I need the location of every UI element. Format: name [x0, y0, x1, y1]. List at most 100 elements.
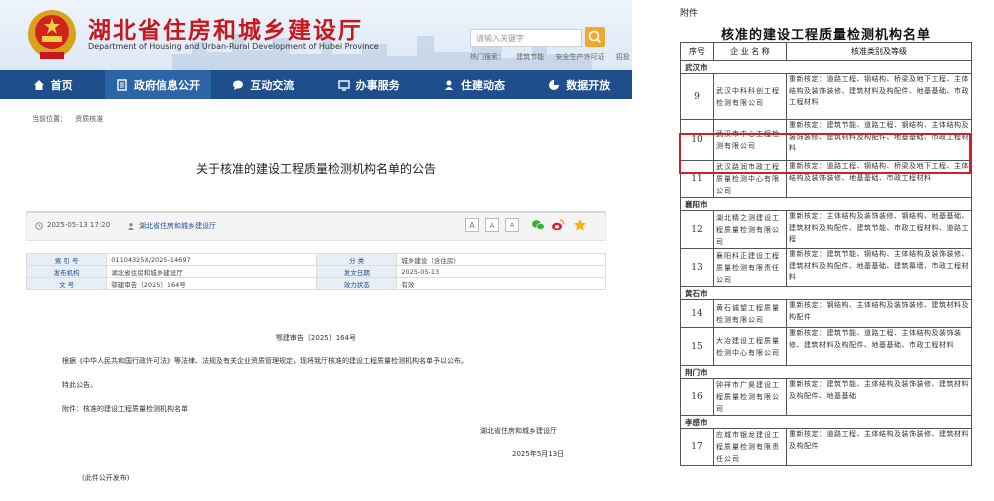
site-header: 湖北省住房和城乡建设厅 Department of Housing and Ur…	[0, 0, 632, 70]
row-number: 16	[680, 378, 714, 416]
person-icon	[444, 80, 453, 90]
nav-item-interaction[interactable]: 互动交流	[211, 70, 316, 99]
main-nav: 首页 政府信息公开 互动交流 办事服务 住建动态 数据开放	[0, 70, 632, 99]
row-number: 17	[680, 428, 714, 466]
font-size-small-button[interactable]: A	[505, 218, 519, 232]
nav-item-services[interactable]: 办事服务	[316, 70, 421, 99]
site-title[interactable]: 湖北省住房和城乡建设厅	[88, 11, 363, 45]
table-row: 14 黄石诚望工程质量检测有限公司 重新核定：钢结构、主体结构及装饰装修、建筑材…	[680, 299, 972, 328]
table-row: 17 应城市银龙建设工程质量检测有限责任公司 重新核定：道路工程、主体结构及装饰…	[680, 428, 972, 466]
info-label: 分 类	[316, 253, 398, 266]
info-label: 索 引 号	[25, 253, 108, 266]
article-notice: 特此公告。	[62, 381, 97, 389]
attachment-link[interactable]: 附件：核准的建设工程质量检测机构名单	[62, 404, 188, 414]
nav-item-open-data[interactable]: 数据开放	[527, 70, 632, 99]
row-number: 15	[680, 327, 714, 366]
nav-label: 数据开放	[566, 78, 611, 92]
website-panel: 湖北省住房和城乡建设厅 Department of Housing and Ur…	[0, 0, 632, 501]
hot-search-link[interactable]: 建筑节能	[516, 53, 544, 61]
nav-item-news[interactable]: 住建动态	[421, 70, 526, 99]
approved-scope: 重新核定：钢结构、主体结构及装饰装修、建筑材料及构配件	[786, 299, 972, 328]
approved-scope: 重新核定：道路工程、钢结构、桥梁及地下工程、主体结构及装饰装修、建筑材料及构配件…	[786, 73, 972, 120]
info-label: 发文日期	[316, 265, 398, 278]
search-icon	[588, 30, 602, 44]
site-subtitle: Department of Housing and Urban-Rural De…	[88, 42, 379, 51]
document-number: 鄂建审告〔2025〕164号	[275, 334, 357, 342]
article-date: 2025-05-13 17:20	[47, 221, 111, 229]
table-row: 10 武汉市中心工程检测有限公司 重新核定：建筑节能、道路工程、钢结构、主体结构…	[680, 119, 972, 161]
info-value: 鄂建审告〔2025〕164号	[106, 277, 318, 290]
document-info-table: 索 引 号 01104325X/2025-14697 分 类 城乡建设（含住房）…	[25, 253, 606, 290]
monitor-icon	[337, 79, 350, 91]
favorite-star-icon[interactable]	[573, 218, 587, 232]
article-body: 根据《中华人民共和国行政许可法》等法律、法规及有关企业资质管理规定，现将我厅核准…	[62, 357, 468, 365]
info-value: 01104325X/2025-14697	[106, 253, 318, 266]
column-header: 序号	[680, 42, 714, 61]
city-row: 武汉市	[680, 60, 972, 74]
city-row: 荆门市	[680, 365, 972, 379]
city-row: 黄石市	[680, 286, 972, 300]
home-icon	[33, 79, 44, 90]
approved-scope: 重新核定：建筑节能、道路工程、钢结构、主体结构及装饰装修、建筑材料及构配件、地基…	[786, 119, 972, 161]
row-number: 10	[680, 119, 714, 161]
info-label: 文 号	[25, 277, 108, 290]
company-name: 武汉路润市政工程质量检测中心有限公司	[713, 160, 787, 198]
nav-label: 首页	[50, 78, 73, 92]
wechat-share-icon[interactable]	[531, 218, 545, 232]
table-row: 9 武汉中科科创工程检测有限公司 重新核定：道路工程、钢结构、桥梁及地下工程、主…	[680, 73, 972, 120]
city-row: 襄阳市	[680, 197, 972, 211]
search-input[interactable]: 请输入关键字	[470, 29, 582, 47]
info-label: 效力状态	[316, 277, 398, 290]
company-name: 湖北精之测建设工程质量检测有限公司	[713, 210, 787, 249]
font-size-medium-button[interactable]: A	[485, 218, 499, 232]
row-number: 12	[680, 210, 714, 249]
company-name: 黄石诚望工程质量检测有限公司	[713, 299, 787, 328]
attachment-label: 附件	[680, 9, 699, 19]
search-button[interactable]	[585, 27, 605, 47]
info-value: 有效	[396, 277, 606, 290]
row-number: 14	[680, 299, 714, 328]
nav-label: 政府信息公开	[133, 78, 200, 92]
user-icon	[128, 223, 134, 230]
nav-label: 办事服务	[355, 78, 400, 92]
info-value: 湖北省住房和城乡建设厅	[106, 265, 318, 278]
company-name: 大冶建设工程质量检测中心有限公司	[713, 327, 787, 366]
approved-scope: 重新核定：道路工程、钢结构、桥梁及地下工程、主体结构及装饰装修、地基基础、市政工…	[786, 160, 972, 198]
approved-scope: 重新核定：建筑节能、道路工程、主体结构及装饰装修、建筑材料及构配件、地基基础、市…	[786, 327, 972, 366]
article-source[interactable]: 湖北省住房和城乡建设厅	[139, 221, 216, 231]
row-number: 11	[680, 160, 714, 198]
document-icon	[117, 78, 127, 91]
company-name: 应城市银龙建设工程质量检测有限责任公司	[713, 428, 787, 466]
font-size-large-button[interactable]: A	[465, 218, 479, 232]
company-name: 襄阳科正建设工程质量检测有限责任公司	[713, 248, 787, 287]
column-header: 企 业 名 称	[713, 42, 787, 61]
nav-item-gov-info[interactable]: 政府信息公开	[105, 70, 211, 99]
nav-item-home[interactable]: 首页	[0, 70, 105, 99]
city-row: 孝感市	[680, 415, 972, 429]
company-name: 武汉市中心工程检测有限公司	[713, 119, 787, 161]
approved-scope: 重新核定：主体结构及装饰装修、钢结构、地基基础、建筑材料及构配件、建筑节能、市政…	[786, 210, 972, 249]
table-row: 16 钟祥市广昊建设工程质量检测有限公司 重新核定：建筑节能、主体结构及装饰装修…	[680, 378, 972, 416]
attachment-panel: 附件 核准的建设工程质量检测机构名单 序号 企 业 名 称 核准类别及等级 武汉…	[676, 0, 986, 501]
hot-search-link[interactable]: 招投	[616, 53, 630, 61]
hot-search-label: 热门搜索：	[470, 53, 505, 61]
info-label: 发布机构	[25, 265, 108, 278]
info-value: 2025-05-13	[396, 265, 606, 278]
breadcrumb-link[interactable]: 资质核准	[75, 115, 103, 123]
nav-label: 住建动态	[460, 78, 505, 92]
hot-search-links: 热门搜索： 建筑节能 安全生产许可证 招投 业务	[470, 52, 632, 62]
company-name: 钟祥市广昊建设工程质量检测有限公司	[713, 378, 787, 416]
attachment-title: 核准的建设工程质量检测机构名单	[720, 28, 931, 43]
row-number: 13	[680, 248, 714, 287]
weibo-share-icon[interactable]	[551, 218, 565, 232]
column-header: 核准类别及等级	[786, 42, 972, 61]
approved-scope: 重新核定：道路工程、主体结构及装饰装修、建筑材料及构配件	[786, 428, 972, 466]
institution-table: 序号 企 业 名 称 核准类别及等级 武汉市 9 武汉中科科创工程检测有限公司 …	[680, 42, 972, 466]
hot-search-link[interactable]: 安全生产许可证	[555, 53, 604, 61]
approved-scope: 重新核定：建筑节能、主体结构及装饰装修、建筑材料及构配件、地基基础	[786, 378, 972, 416]
clock-icon	[35, 222, 43, 230]
row-number: 9	[680, 73, 714, 120]
breadcrumb-label: 当前位置：	[32, 115, 67, 123]
chat-icon	[233, 80, 244, 90]
company-name: 武汉中科科创工程检测有限公司	[713, 73, 787, 120]
